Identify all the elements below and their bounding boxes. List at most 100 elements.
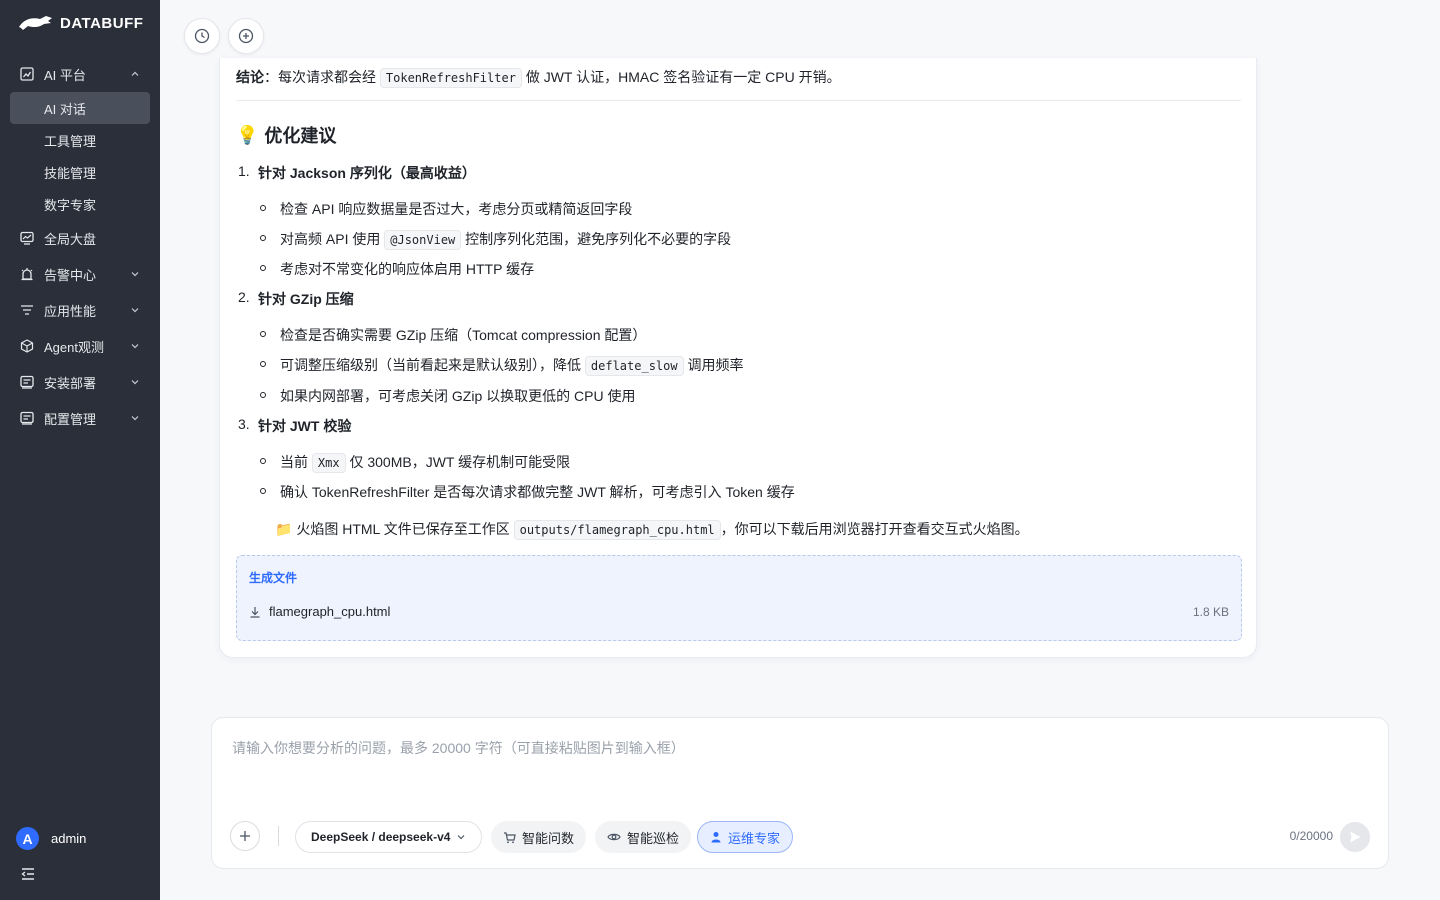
sidebar-item-tool-management[interactable]: 工具管理 xyxy=(0,124,150,156)
divider xyxy=(278,826,279,846)
bullet-text: 检查是否确实需要 GZip 压缩（Tomcat compression 配置） xyxy=(280,327,647,343)
file-name: flamegraph_cpu.html xyxy=(269,604,391,619)
inline-code: @JsonView xyxy=(384,230,462,250)
sidebar-item-label: 应用性能 xyxy=(44,303,97,319)
chevron-down-icon xyxy=(131,308,139,313)
sidebar-item-label: AI 平台 xyxy=(44,67,86,83)
list-item-title: 针对 JWT 校验 xyxy=(258,418,352,434)
mode-smart-inspection-button[interactable]: 智能巡检 xyxy=(595,821,692,853)
bullet-icon xyxy=(260,458,266,464)
sidebar-item-label: 告警中心 xyxy=(44,267,97,283)
list-item: 检查是否确实需要 GZip 压缩（Tomcat compression 配置） xyxy=(280,325,646,345)
new-chat-button[interactable] xyxy=(228,18,264,54)
mode-ops-expert-button[interactable]: 运维专家 xyxy=(697,821,794,853)
eye-icon xyxy=(607,833,621,841)
list-item: 可调整压缩级别（当前看起来是默认级别），降低 deflate_slow 调用频率 xyxy=(280,355,744,376)
folder-icon: 📁 xyxy=(275,521,293,537)
leopard-logo-icon xyxy=(19,16,52,30)
mode-label: 智能问数 xyxy=(522,830,575,846)
bullet-text: 确认 TokenRefreshFilter 是否每次请求都做完整 JWT 解析，… xyxy=(280,484,795,500)
sidebar-nav: AI 平台 AI 对话 工具管理 技能管理 数字专家 全局大盘 告警中心 应用性… xyxy=(0,56,160,436)
conclusion-text: 做 JWT 认证，HMAC 签名验证有一定 CPU 开销。 xyxy=(525,69,841,85)
model-select-value: DeepSeek / deepseek-v4 xyxy=(311,830,451,844)
saved-file-note: 📁 火焰图 HTML 文件已保存至工作区 outputs/flamegraph_… xyxy=(275,519,1029,540)
sidebar-item-ai-chat[interactable]: AI 对话 xyxy=(10,92,150,124)
sidebar-item-global-dashboard[interactable]: 全局大盘 xyxy=(0,220,160,256)
chart-icon xyxy=(20,67,34,81)
plus-circle-icon xyxy=(238,28,254,44)
mode-label: 运维专家 xyxy=(728,830,781,846)
alarm-icon xyxy=(20,267,34,281)
note-text: 火焰图 HTML 文件已保存至工作区 xyxy=(296,521,510,537)
cart-icon xyxy=(504,831,516,843)
lightbulb-icon: 💡 xyxy=(236,124,259,145)
list-box-icon xyxy=(20,375,34,389)
sidebar-item-install-deploy[interactable]: 安装部署 xyxy=(0,364,160,400)
list-item-title: 针对 GZip 压缩 xyxy=(258,291,354,307)
generated-files-title: 生成文件 xyxy=(249,571,298,585)
list-item-title: 针对 Jackson 序列化（最高收益） xyxy=(258,165,476,181)
chat-composer: DeepSeek / deepseek-v4 智能问数 智能巡检 运维专家 0/… xyxy=(211,717,1389,869)
file-download-link[interactable]: flamegraph_cpu.html xyxy=(249,604,390,619)
chevron-up-icon xyxy=(131,71,139,76)
filter-lines-icon xyxy=(20,303,34,317)
section-heading: 💡 优化建议 xyxy=(236,122,336,148)
inline-code: Xmx xyxy=(311,453,346,473)
bullet-text: 控制序列化范围，避免序列化不必要的字段 xyxy=(465,231,732,247)
conclusion-text: ：每次请求都会经 xyxy=(264,69,376,85)
list-number: 1. xyxy=(238,163,250,179)
brand-name: DATABUFF xyxy=(60,14,144,32)
list-item: 当前 Xmx 仅 300MB，JWT 缓存机制可能受限 xyxy=(280,452,571,473)
collapse-sidebar-icon[interactable] xyxy=(20,866,36,882)
chevron-down-icon xyxy=(131,416,139,421)
bullet-icon xyxy=(260,392,266,398)
user-name: admin xyxy=(51,831,87,846)
bullet-text: 调用频率 xyxy=(687,357,744,373)
list-item: 确认 TokenRefreshFilter 是否每次请求都做完整 JWT 解析，… xyxy=(280,482,795,502)
inline-code: deflate_slow xyxy=(584,356,684,376)
bullet-icon xyxy=(260,235,266,241)
send-button[interactable] xyxy=(1340,822,1370,852)
list-number: 2. xyxy=(238,289,250,305)
note-text: ，你可以下载后用浏览器打开查看交互式火焰图。 xyxy=(720,521,1029,537)
bullet-text: 如果内网部署，可考虑关闭 GZip 以换取更低的 CPU 使用 xyxy=(280,388,636,404)
sidebar-item-label: Agent观测 xyxy=(44,339,104,355)
bullet-icon xyxy=(260,488,266,494)
history-button[interactable] xyxy=(184,18,220,54)
assistant-message-card: 结论：每次请求都会经 TokenRefreshFilter 做 JWT 认证，H… xyxy=(219,58,1257,658)
conclusion-label: 结论 xyxy=(236,69,264,85)
bullet-text: 可调整压缩级别（当前看起来是默认级别），降低 xyxy=(280,357,581,373)
divider xyxy=(236,100,1241,101)
inline-code: TokenRefreshFilter xyxy=(379,68,522,88)
sidebar-item-ai-platform[interactable]: AI 平台 xyxy=(0,56,160,92)
list-item: 如果内网部署，可考虑关闭 GZip 以换取更低的 CPU 使用 xyxy=(280,386,635,406)
sidebar-item-alert-center[interactable]: 告警中心 xyxy=(0,256,160,292)
bullet-icon xyxy=(260,331,266,337)
dashboard-icon xyxy=(20,231,34,245)
sidebar-item-config-management[interactable]: 配置管理 xyxy=(0,400,160,436)
chat-input[interactable] xyxy=(232,738,1362,798)
bullet-text: 仅 300MB，JWT 缓存机制可能受限 xyxy=(349,454,571,470)
bullet-text: 检查 API 响应数据量是否过大，考虑分页或精简返回字段 xyxy=(280,201,633,217)
mode-smart-query-button[interactable]: 智能问数 xyxy=(491,821,587,853)
attach-button[interactable] xyxy=(230,821,260,851)
sidebar-item-skill-management[interactable]: 技能管理 xyxy=(0,156,150,188)
brand-logo[interactable]: DATABUFF xyxy=(18,13,143,33)
list-item: 检查 API 响应数据量是否过大，考虑分页或精简返回字段 xyxy=(280,199,632,219)
bullet-text: 对高频 API 使用 xyxy=(280,231,381,247)
sidebar-item-app-performance[interactable]: 应用性能 xyxy=(0,292,160,328)
user-profile[interactable]: A admin xyxy=(16,827,86,850)
bullet-text: 当前 xyxy=(280,454,308,470)
sidebar-item-agent-observability[interactable]: Agent观测 xyxy=(0,328,160,364)
bullet-text: 考虑对不常变化的响应体启用 HTTP 缓存 xyxy=(280,261,535,277)
chevron-down-icon xyxy=(131,344,139,349)
list-number: 3. xyxy=(238,416,250,432)
generated-files-panel: 生成文件 flamegraph_cpu.html 1.8 KB xyxy=(236,555,1242,641)
sidebar-item-digital-expert[interactable]: 数字专家 xyxy=(0,188,150,220)
list-item: 对高频 API 使用 @JsonView 控制序列化范围，避免序列化不必要的字段 xyxy=(280,229,732,250)
sidebar-item-label: 安装部署 xyxy=(44,375,97,391)
user-icon xyxy=(711,832,721,843)
chevron-down-icon xyxy=(131,272,139,277)
cube-icon xyxy=(20,339,34,353)
model-select[interactable]: DeepSeek / deepseek-v4 xyxy=(295,821,483,853)
